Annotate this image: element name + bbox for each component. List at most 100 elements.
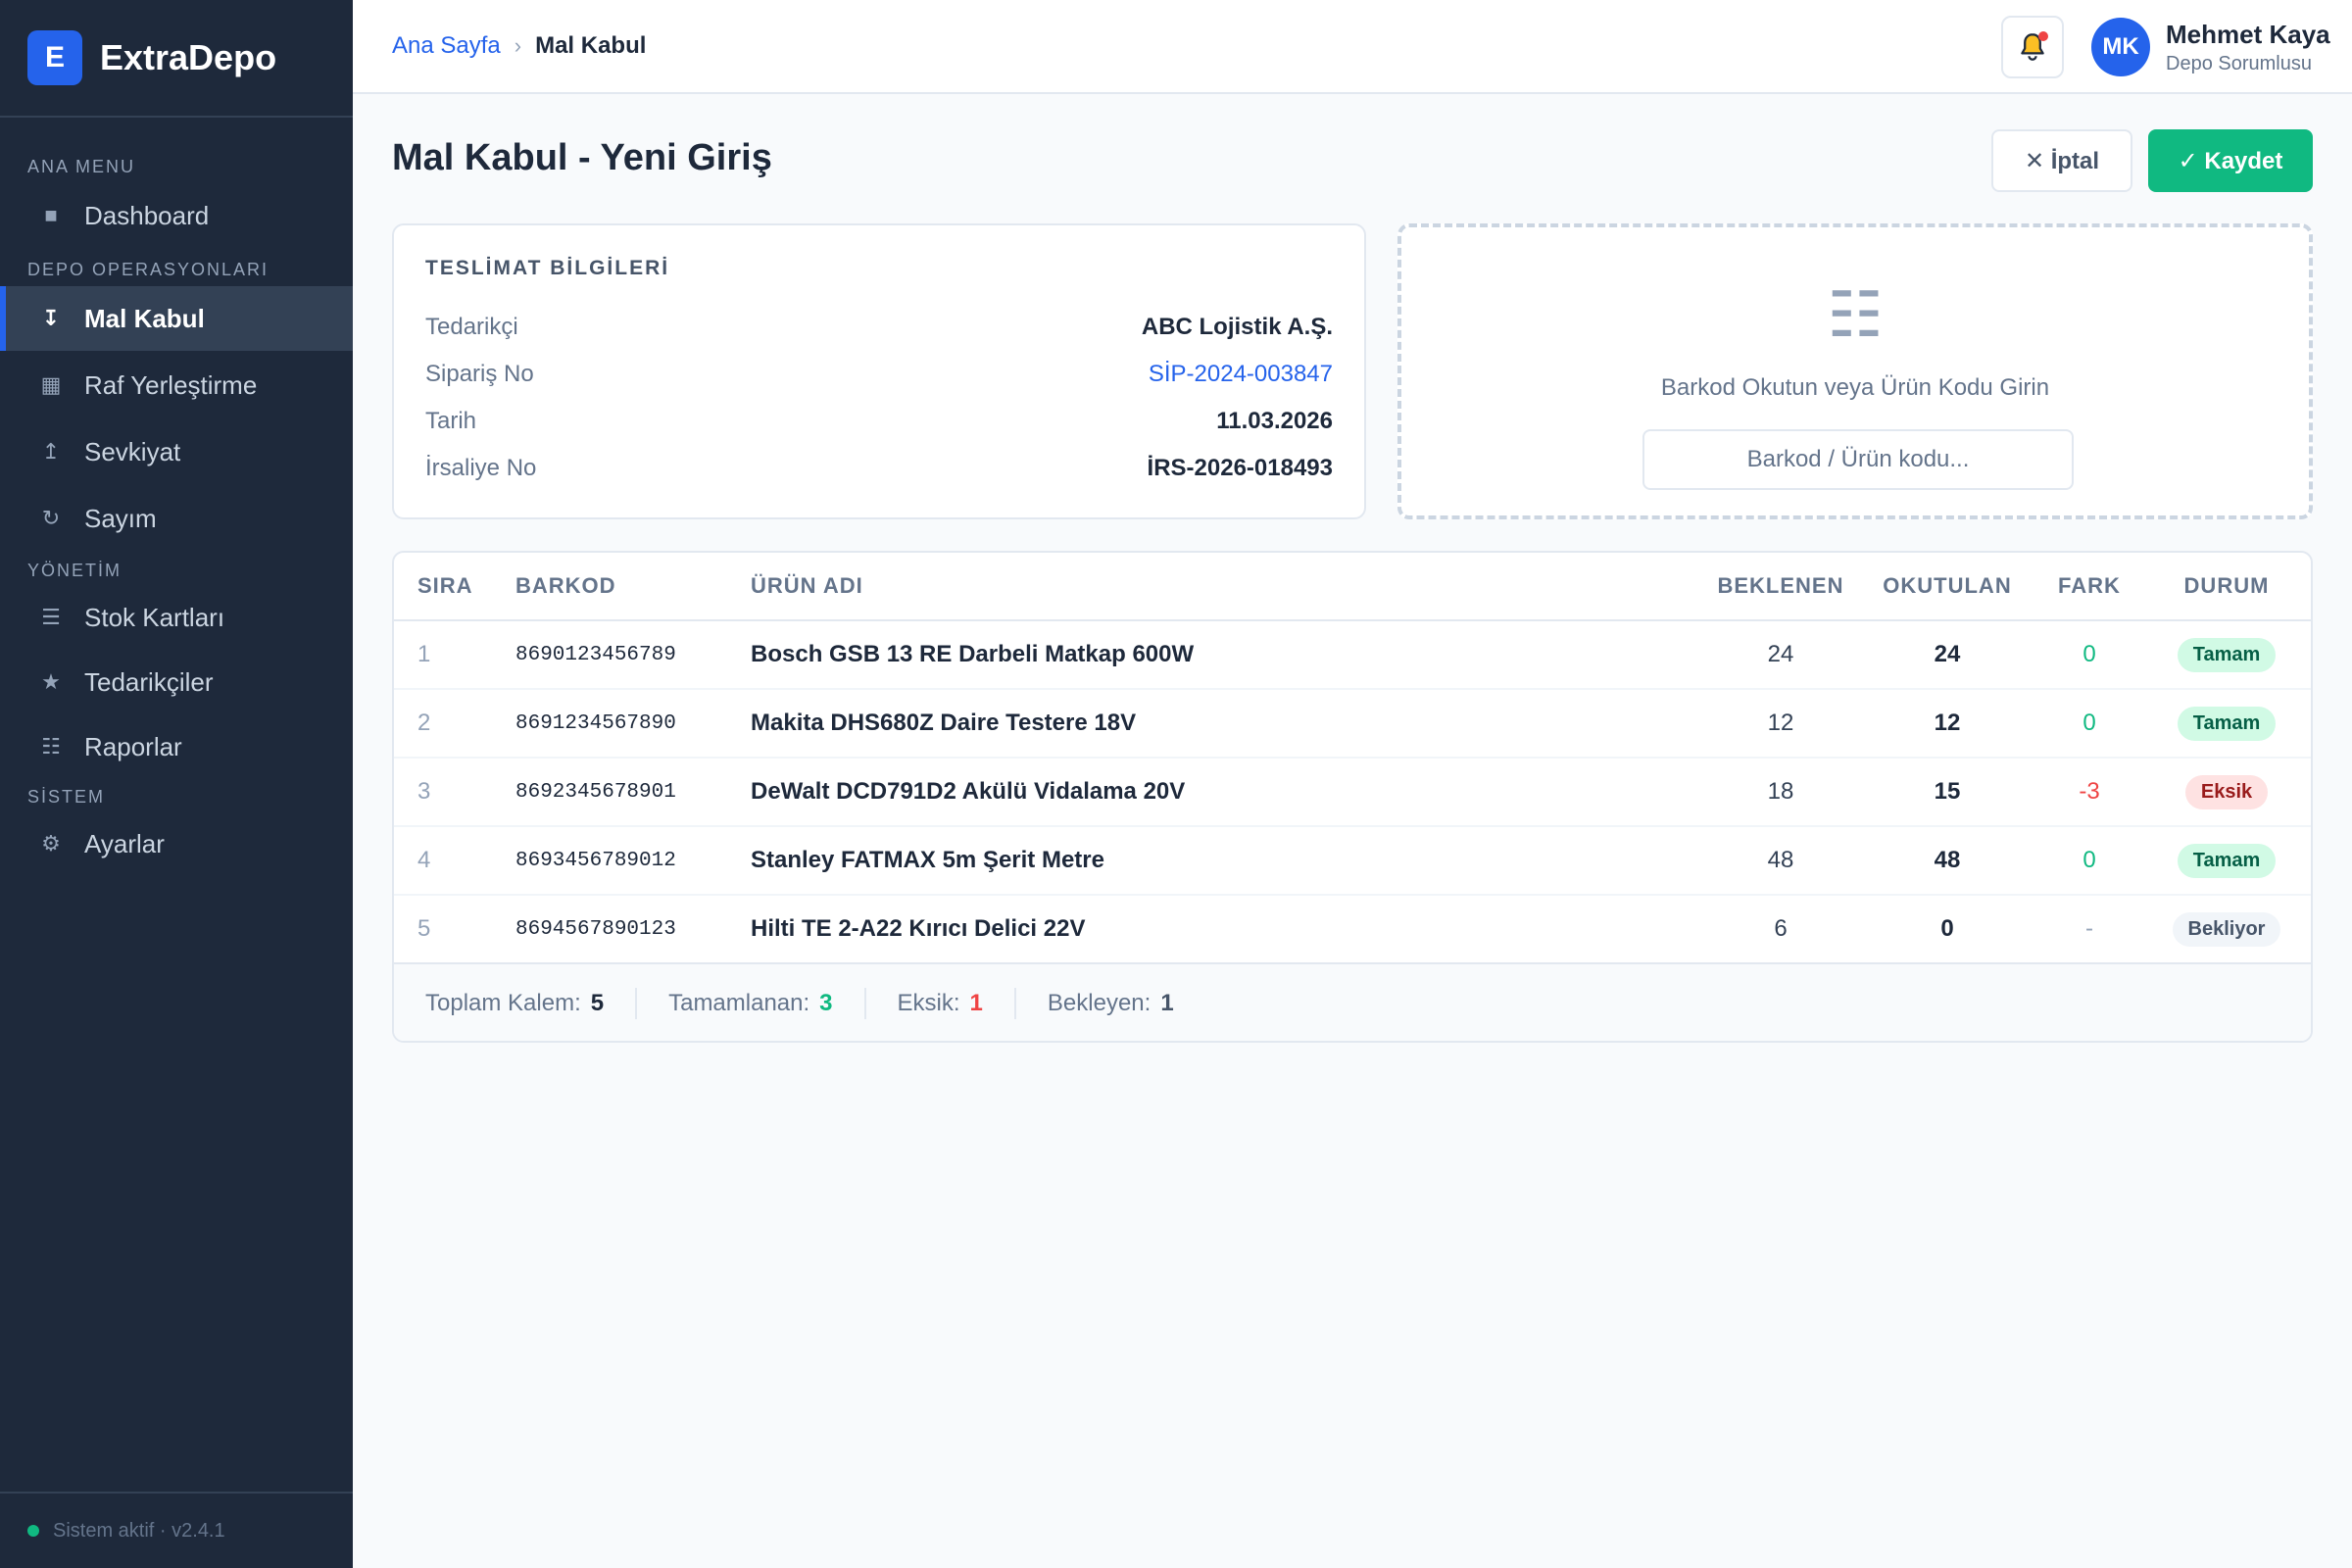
section-sistem: SİSTEM [27,787,106,807]
sidebar-item-ayarlar[interactable]: ⚙ Ayarlar [0,811,353,876]
delivery-info-card: TESLİMAT BİLGİLERİ Tedarikçi ABC Lojisti… [392,223,1366,519]
page-title: Mal Kabul - Yeni Giriş [392,137,772,178]
sidebar-item-raporlar[interactable]: ☷ Raporlar [0,714,353,779]
breadcrumb-home[interactable]: Ana Sayfa [392,32,501,60]
field-label: Tedarikçi [425,314,518,340]
supplier-value: ABC Lojistik A.Ş. [1141,314,1333,340]
summary-value: 3 [819,990,833,1016]
sidebar-item-label: Raf Yerleştirme [84,369,258,400]
row-index: 5 [417,915,431,942]
status-badge: Tamam [2177,637,2277,672]
scan-prompt: Barkod Okutun veya Ürün Kodu Girin [1660,374,2050,401]
dashboard-icon: ■ [44,203,58,227]
status-dot-icon [27,1525,39,1537]
sidebar-item-raf-yerlestirme[interactable]: ▦ Raf Yerleştirme [0,353,353,417]
row-barcode: 8694567890123 [515,917,676,941]
system-status-text: Sistem aktif · v2.4.1 [53,1519,225,1542]
gear-icon: ⚙ [41,831,61,856]
summary-value: 5 [590,990,605,1016]
table-row[interactable]: 2 8691234567890 Makita DHS680Z Daire Teste… [394,690,2311,759]
stock-list-icon: ☰ [41,605,61,629]
cancel-button[interactable]: ✕ İptal [1991,129,2132,192]
row-expected: 24 [1767,641,1794,667]
app-name: ExtraDepo [100,37,277,77]
sidebar-item-sevkiyat[interactable]: ↥ Sevkiyat [0,419,353,484]
row-scanned: 15 [1934,778,1961,805]
barcode-icon: ☷ [1827,279,1884,350]
summary-value: 1 [1160,990,1174,1016]
report-icon: ☷ [41,734,61,759]
row-difference: -3 [2079,778,2100,805]
row-scanned: 0 [1940,915,1954,942]
barcode-scan-area: ☷ Barkod Okutun veya Ürün Kodu Girin [1397,223,2313,519]
summary-label: Tamamlanan: [668,990,810,1016]
delivery-field-row: Sipariş No SİP-2024-003847 [425,355,1333,394]
field-label: Tarih [425,408,477,434]
field-label: Sipariş No [425,361,534,387]
barcode-input[interactable] [1642,429,2074,490]
summary-completed: Tamamlanan: 3 [668,990,832,1017]
sidebar-item-label: Raporlar [84,731,182,761]
field-label: İrsaliye No [425,455,537,481]
save-button[interactable]: ✓ Kaydet [2148,129,2313,192]
section-ana-menu: ANA MENU [27,157,136,176]
column-header-okutulan: OKUTULAN [1883,573,2012,598]
column-header-sira: SIRA [417,573,473,598]
row-scanned: 12 [1934,710,1961,736]
row-difference: 0 [2082,847,2096,873]
order-number-link[interactable]: SİP-2024-003847 [1149,361,1333,388]
sidebar-item-tedarikciler[interactable]: ★ Tedarikçiler [0,650,353,714]
summary-pending: Bekleyen: 1 [1048,990,1174,1017]
summary-divider [863,988,866,1019]
summary-missing: Eksik: 1 [898,990,983,1017]
breadcrumb-current: Mal Kabul [535,32,647,59]
table-row[interactable]: 3 8692345678901 DeWalt DCD791D2 Akülü Vida… [394,759,2311,827]
row-barcode: 8693456789012 [515,849,676,872]
row-status-cell: Tamam [2158,690,2295,757]
notifications-button[interactable] [2001,16,2064,78]
row-scanned: 48 [1934,847,1961,873]
status-badge: Eksik [2184,774,2269,809]
row-product-name: Makita DHS680Z Daire Testere 18V [751,710,1137,736]
sidebar-item-dashboard[interactable]: ■ Dashboard [0,183,353,248]
items-table: SIRA BARKOD ÜRÜN ADI BEKLENEN OKUTULAN F… [392,551,2313,1043]
shelf-grid-icon: ▦ [40,372,62,397]
summary-divider [1013,988,1016,1019]
column-header-barkod: BARKOD [515,573,616,598]
sidebar-item-label: Dashboard [84,200,210,230]
summary-total: Toplam Kalem: 5 [425,990,604,1017]
row-status-cell: Eksik [2158,759,2295,825]
system-status: Sistem aktif · v2.4.1 [0,1492,353,1568]
brand[interactable]: E ExtraDepo [0,0,353,118]
section-yonetim: YÖNETİM [27,561,122,580]
star-icon: ★ [41,669,61,694]
row-expected: 48 [1767,847,1794,873]
row-index: 3 [417,778,431,805]
delivery-field-row: Tedarikçi ABC Lojistik A.Ş. [425,308,1333,347]
ship-icon: ↥ [41,439,61,464]
table-row[interactable]: 4 8693456789012 Stanley FATMAX 5m Şerit Me… [394,827,2311,896]
sidebar-item-mal-kabul[interactable]: ↧ Mal Kabul [0,286,353,351]
row-index: 2 [417,710,431,736]
avatar[interactable]: MK [2091,18,2150,76]
table-row[interactable]: 1 8690123456789 Bosch GSB 13 RE Darbeli Ma… [394,621,2311,690]
sidebar-item-sayim[interactable]: ↻ Sayım [0,486,353,551]
status-badge: Tamam [2177,706,2277,741]
row-expected: 18 [1767,778,1794,805]
row-difference: 0 [2082,641,2096,667]
sidebar-item-stok-kartlari[interactable]: ☰ Stok Kartları [0,585,353,650]
row-expected: 12 [1767,710,1794,736]
user-role: Depo Sorumlusu [2166,53,2312,74]
row-status-cell: Tamam [2158,827,2295,894]
summary-label: Eksik: [897,990,960,1016]
sidebar-item-label: Stok Kartları [84,602,225,632]
row-product-name: Hilti TE 2-A22 Kırıcı Delici 22V [751,915,1086,942]
sidebar-item-label: Sevkiyat [84,436,181,466]
date-value: 11.03.2026 [1216,408,1333,434]
table-row[interactable]: 5 8694567890123 Hilti TE 2-A22 Kırıcı Deli… [394,896,2311,964]
delivery-info-title: TESLİMAT BİLGİLERİ [425,257,670,279]
row-difference: - [2085,915,2093,942]
status-badge: Bekliyor [2172,911,2281,947]
row-status-cell: Bekliyor [2158,896,2295,962]
delivery-field-row: İrsaliye No İRS-2026-018493 [425,449,1333,488]
